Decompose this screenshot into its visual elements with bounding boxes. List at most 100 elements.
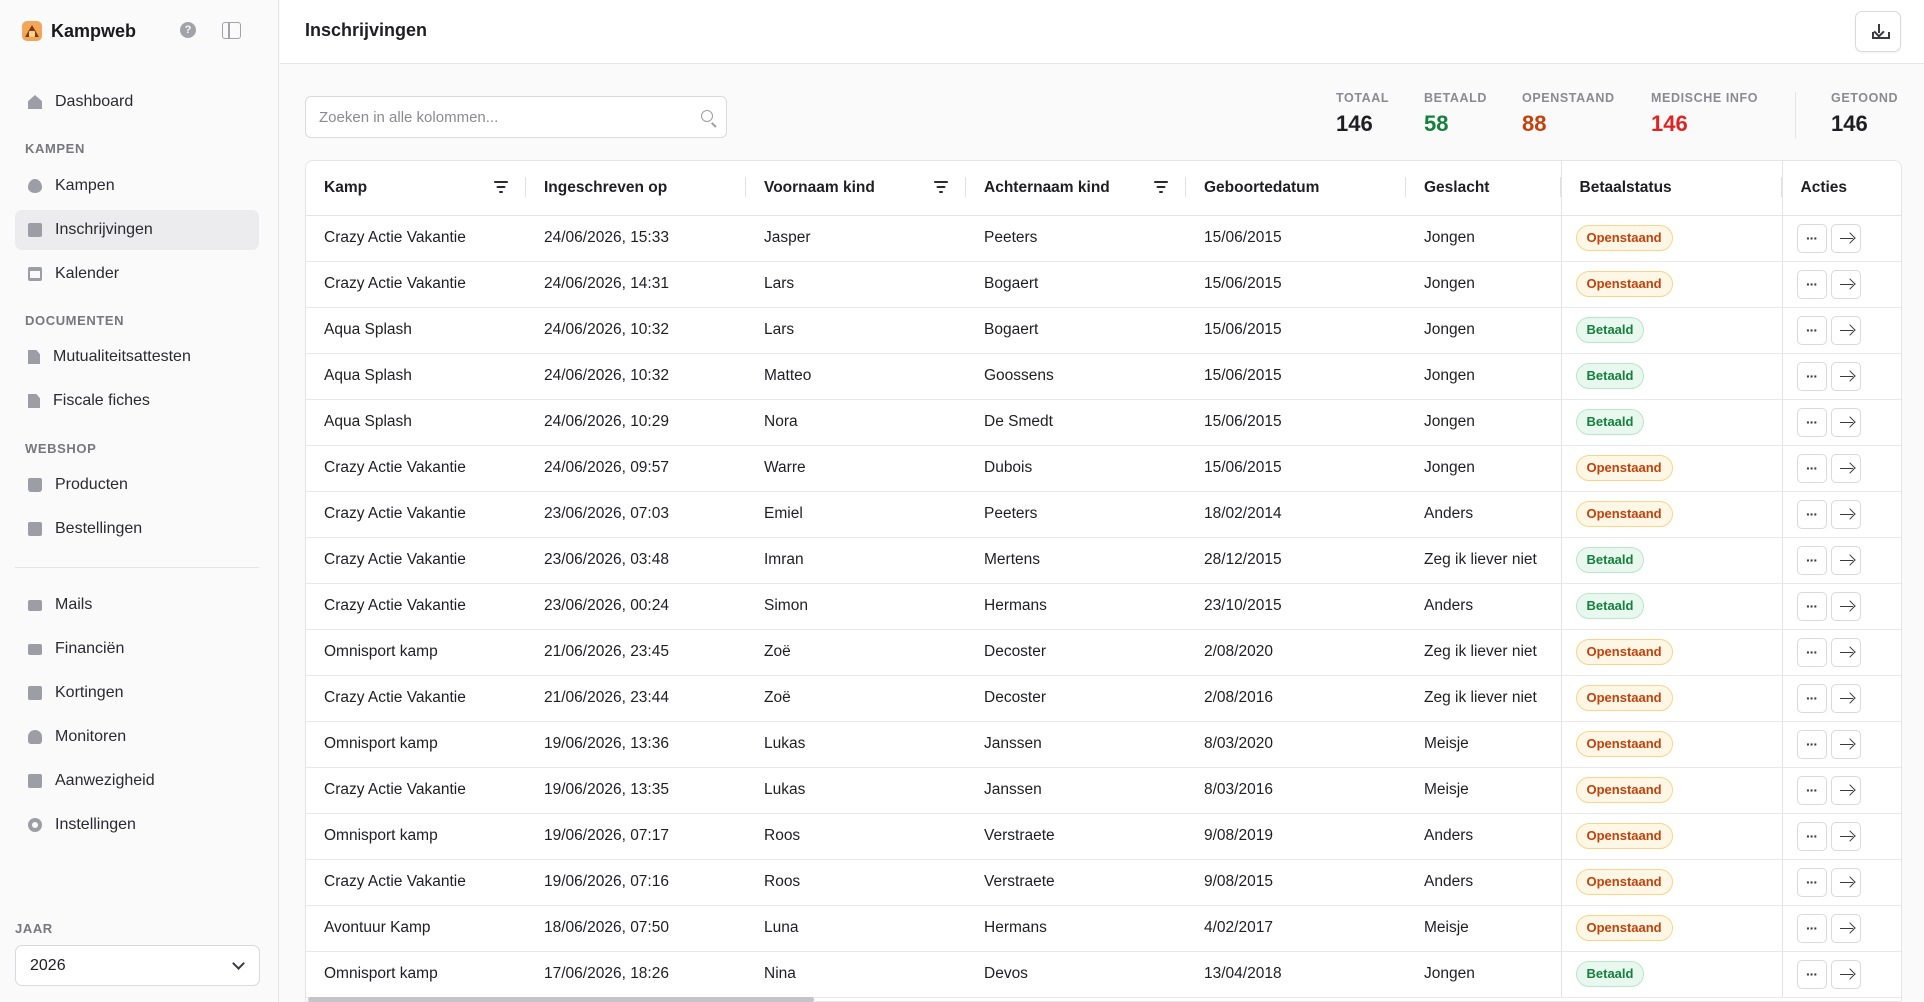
filter-icon[interactable] bbox=[1154, 181, 1168, 193]
toggle-sidebar-icon[interactable] bbox=[222, 22, 241, 39]
open-registration-button[interactable] bbox=[1830, 867, 1861, 897]
table-row[interactable]: Omnisport kamp 19/06/2026, 13:36 Lukas Jans… bbox=[306, 721, 1901, 768]
table-row[interactable]: Aqua Splash 24/06/2026, 10:32 Matteo Goosse… bbox=[306, 353, 1901, 400]
column-header-geslacht[interactable]: Geslacht bbox=[1406, 161, 1561, 216]
more-options-button[interactable] bbox=[1796, 775, 1827, 805]
flame-icon bbox=[28, 179, 42, 193]
more-options-button[interactable] bbox=[1796, 683, 1827, 713]
more-options-button[interactable] bbox=[1796, 361, 1827, 391]
more-options-button[interactable] bbox=[1796, 499, 1827, 529]
horizontal-scrollbar[interactable] bbox=[308, 997, 814, 1002]
table-row[interactable]: Omnisport kamp 19/06/2026, 07:17 Roos Verst… bbox=[306, 813, 1901, 860]
open-registration-button[interactable] bbox=[1830, 545, 1861, 575]
table-row[interactable]: Aqua Splash 24/06/2026, 10:29 Nora De Smedt… bbox=[306, 399, 1901, 446]
open-registration-button[interactable] bbox=[1830, 683, 1861, 713]
open-registration-button[interactable] bbox=[1830, 223, 1861, 253]
sidebar-item-fiscale-fiches[interactable]: Fiscale fiches bbox=[15, 381, 259, 421]
table-row[interactable]: Aqua Splash 24/06/2026, 10:32 Lars Bogaert 1… bbox=[306, 307, 1901, 354]
more-options-button[interactable] bbox=[1796, 821, 1827, 851]
open-registration-button[interactable] bbox=[1830, 315, 1861, 345]
sidebar-item-instellingen[interactable]: Instellingen bbox=[15, 805, 259, 845]
filter-icon[interactable] bbox=[934, 181, 948, 193]
column-header-betaalstatus[interactable]: Betaalstatus bbox=[1560, 161, 1782, 216]
sidebar-item-label: Financiën bbox=[55, 640, 125, 657]
sidebar-item-producten[interactable]: Producten bbox=[15, 465, 259, 505]
search-input[interactable] bbox=[319, 97, 679, 137]
sidebar-item-label: Dashboard bbox=[55, 93, 134, 110]
column-header-geboortedatum[interactable]: Geboortedatum bbox=[1186, 161, 1406, 216]
table-row[interactable]: Crazy Actie Vakantie 21/06/2026, 23:44 Zoë… bbox=[306, 675, 1901, 722]
clipboard-icon bbox=[28, 774, 42, 788]
actions-cell bbox=[1781, 905, 1901, 952]
table-cell: 24/06/2026, 09:57 bbox=[526, 445, 746, 492]
table-cell: Meisje bbox=[1406, 905, 1561, 952]
more-options-button[interactable] bbox=[1796, 729, 1827, 759]
more-options-button[interactable] bbox=[1796, 867, 1827, 897]
open-registration-button[interactable] bbox=[1830, 821, 1861, 851]
table-row[interactable]: Crazy Actie Vakantie 23/06/2026, 00:24 Sim… bbox=[306, 583, 1901, 630]
more-options-button[interactable] bbox=[1796, 407, 1827, 437]
sidebar-item-label: Kampen bbox=[55, 177, 115, 194]
more-options-button[interactable] bbox=[1796, 591, 1827, 621]
sidebar-item-bestellingen[interactable]: Bestellingen bbox=[15, 509, 259, 549]
more-options-button[interactable] bbox=[1796, 453, 1827, 483]
sidebar-section-webshop: WEBSHOP bbox=[25, 441, 97, 456]
stat-getoond: GETOOND 146 bbox=[1831, 91, 1898, 137]
sidebar-item-kampen[interactable]: Kampen bbox=[15, 166, 259, 206]
more-options-button[interactable] bbox=[1796, 637, 1827, 667]
column-header-kamp[interactable]: Kamp bbox=[306, 161, 526, 216]
table-row[interactable]: Crazy Actie Vakantie 23/06/2026, 07:03 Emi… bbox=[306, 491, 1901, 538]
sidebar-item-mutualiteitsattesten[interactable]: Mutualiteitsattesten bbox=[15, 337, 259, 377]
open-registration-button[interactable] bbox=[1830, 361, 1861, 391]
sidebar-item-label: Mutualiteitsattesten bbox=[53, 348, 191, 365]
table-cell: Omnisport kamp bbox=[306, 813, 526, 860]
brand[interactable]: Kampweb bbox=[22, 18, 136, 44]
sidebar-item-financien[interactable]: Financiën bbox=[15, 629, 259, 669]
sidebar-item-kortingen[interactable]: Kortingen bbox=[15, 673, 259, 713]
open-registration-button[interactable] bbox=[1830, 453, 1861, 483]
mail-icon bbox=[28, 599, 42, 611]
table-row[interactable]: Omnisport kamp 21/06/2026, 23:45 Zoë Decost… bbox=[306, 629, 1901, 676]
sidebar-item-mails[interactable]: Mails bbox=[15, 585, 259, 625]
help-icon[interactable]: ? bbox=[180, 22, 196, 38]
table-row[interactable]: Crazy Actie Vakantie 24/06/2026, 09:57 War… bbox=[306, 445, 1901, 492]
year-select[interactable]: 2026 bbox=[15, 945, 260, 986]
table-cell: 13/04/2018 bbox=[1186, 951, 1406, 998]
open-registration-button[interactable] bbox=[1830, 407, 1861, 437]
download-button[interactable] bbox=[1855, 11, 1901, 52]
column-header-acties[interactable]: Acties bbox=[1781, 161, 1901, 216]
open-registration-button[interactable] bbox=[1830, 499, 1861, 529]
more-options-button[interactable] bbox=[1796, 913, 1827, 943]
open-registration-button[interactable] bbox=[1830, 591, 1861, 621]
more-options-button[interactable] bbox=[1796, 223, 1827, 253]
table-row[interactable]: Crazy Actie Vakantie 19/06/2026, 13:35 Luk… bbox=[306, 767, 1901, 814]
column-header-ingeschreven-op[interactable]: Ingeschreven op bbox=[526, 161, 746, 216]
table-row[interactable]: Crazy Actie Vakantie 24/06/2026, 15:33 Jas… bbox=[306, 215, 1901, 262]
table-cell: Decoster bbox=[966, 629, 1186, 676]
more-options-button[interactable] bbox=[1796, 545, 1827, 575]
sidebar-item-dashboard[interactable]: Dashboard bbox=[15, 82, 259, 122]
column-header-label: Kamp bbox=[324, 178, 368, 196]
open-registration-button[interactable] bbox=[1830, 729, 1861, 759]
open-registration-button[interactable] bbox=[1830, 913, 1861, 943]
sidebar-item-kalender[interactable]: Kalender bbox=[15, 254, 259, 294]
column-header-voornaam-kind[interactable]: Voornaam kind bbox=[746, 161, 966, 216]
more-options-button[interactable] bbox=[1796, 959, 1827, 989]
open-registration-button[interactable] bbox=[1830, 269, 1861, 299]
open-registration-button[interactable] bbox=[1830, 959, 1861, 989]
table-row[interactable]: Omnisport kamp 17/06/2026, 18:26 Nina Devos… bbox=[306, 951, 1901, 998]
table-row[interactable]: Crazy Actie Vakantie 24/06/2026, 14:31 Lar… bbox=[306, 261, 1901, 308]
table-row[interactable]: Crazy Actie Vakantie 19/06/2026, 07:16 Roo… bbox=[306, 859, 1901, 906]
table-row[interactable]: Avontuur Kamp 18/06/2026, 07:50 Luna Herman… bbox=[306, 905, 1901, 952]
column-header-achternaam-kind[interactable]: Achternaam kind bbox=[966, 161, 1186, 216]
table-row[interactable]: Crazy Actie Vakantie 23/06/2026, 03:48 Imr… bbox=[306, 537, 1901, 584]
sidebar-item-monitoren[interactable]: Monitoren bbox=[15, 717, 259, 757]
open-registration-button[interactable] bbox=[1830, 775, 1861, 805]
table-cell: 19/06/2026, 13:35 bbox=[526, 767, 746, 814]
sidebar-item-inschrijvingen[interactable]: Inschrijvingen bbox=[15, 210, 259, 250]
more-options-button[interactable] bbox=[1796, 269, 1827, 299]
filter-icon[interactable] bbox=[494, 181, 508, 193]
more-options-button[interactable] bbox=[1796, 315, 1827, 345]
open-registration-button[interactable] bbox=[1830, 637, 1861, 667]
sidebar-item-aanwezigheid[interactable]: Aanwezigheid bbox=[15, 761, 259, 801]
